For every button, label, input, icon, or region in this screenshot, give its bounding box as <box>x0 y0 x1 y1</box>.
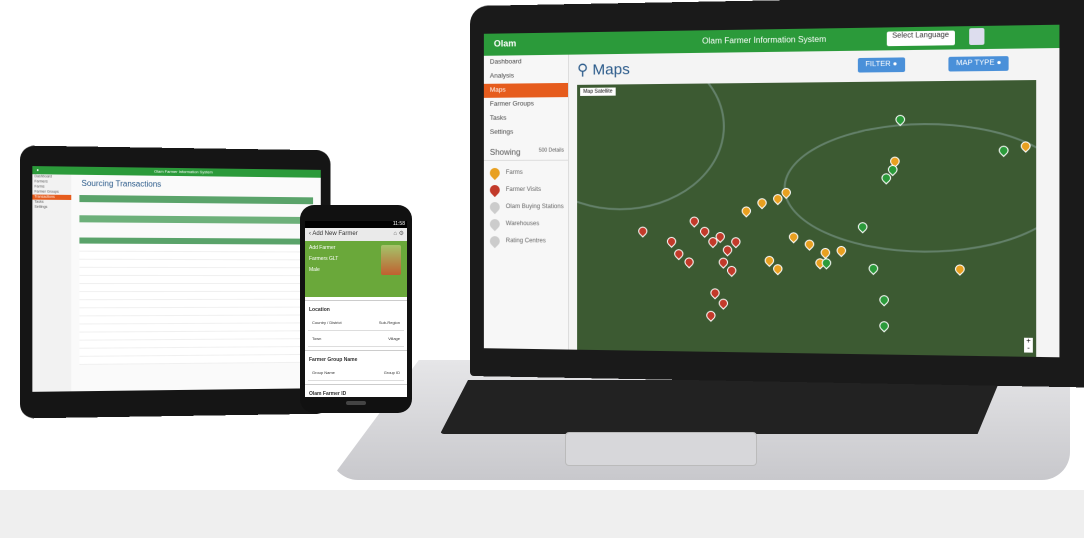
map-marker-icon[interactable] <box>716 296 730 310</box>
map-marker-icon[interactable] <box>802 237 817 251</box>
map-marker-icon[interactable] <box>771 262 785 276</box>
phone-device: 11:58 ‹ Add New Farmer ⌂ ⚙ Add Farmer Fa… <box>300 205 412 413</box>
sidebar-item-dashboard[interactable]: Dashboard <box>484 55 568 70</box>
legend-label: Rating Centres <box>505 238 546 245</box>
user-avatar[interactable] <box>969 27 985 46</box>
map-marker-icon[interactable] <box>704 308 718 322</box>
location-field-row[interactable]: Town Village <box>308 331 404 347</box>
phone-appbar-title: Add New Farmer <box>312 231 358 237</box>
laptop-screen: Olam Olam Farmer Information System Sele… <box>483 24 1060 358</box>
zoom-out-button[interactable]: - <box>1024 345 1033 353</box>
field-value: Sub-Region <box>378 320 400 325</box>
tablet-summary-bar[interactable] <box>79 215 314 224</box>
showing-label: Showing <box>489 147 521 157</box>
map-marker-icon[interactable] <box>877 293 891 307</box>
tablet-sidebar-item[interactable]: Settings <box>32 205 71 210</box>
sidebar-item-maps[interactable]: Maps <box>483 82 569 98</box>
map-marker-icon[interactable] <box>952 262 967 276</box>
field-label: Town <box>312 336 322 341</box>
legend-label: Olam Buying Stations <box>505 204 564 211</box>
tablet-header: ● Olam Farmer Information System <box>32 166 321 178</box>
tablet-header-title: Olam Farmer Information System <box>154 168 213 175</box>
bottom-band <box>0 490 1084 538</box>
map-marker-icon[interactable] <box>682 255 696 269</box>
field-value: Group ID <box>383 370 400 375</box>
map-marker-icon[interactable] <box>725 264 739 278</box>
tablet-device: ● Olam Farmer Information System Dashboa… <box>19 145 331 419</box>
map-marker-icon[interactable] <box>834 244 849 258</box>
laptop-keyboard <box>440 380 1000 434</box>
tablet-sidebar: Dashboard Farmers Farms Farmer Groups Transa… <box>32 174 72 392</box>
phone-screen: 11:58 ‹ Add New Farmer ⌂ ⚙ Add Farmer Fa… <box>305 221 407 397</box>
map-marker-icon[interactable] <box>687 214 701 228</box>
map-river <box>577 80 725 211</box>
main-content: ⚲ Maps FILTER ● MAP TYPE ● Map Satellite… <box>569 48 1059 357</box>
field-label: Country / District <box>312 320 342 325</box>
map-river <box>783 122 1037 254</box>
map-marker-icon[interactable] <box>708 286 722 300</box>
location-field-row[interactable]: Country / District Sub-Region <box>308 315 404 331</box>
section-location: Location <box>305 300 407 315</box>
sidebar-item-analysis[interactable]: Analysis <box>484 69 568 84</box>
sidebar: Dashboard Analysis Maps Farmer Groups Ta… <box>483 54 570 350</box>
section-farmer-group: Farmer Group Name <box>305 350 407 365</box>
sidebar-item-tasks[interactable]: Tasks <box>484 111 568 126</box>
map-satellite-toggle[interactable]: Map Satellite <box>580 87 616 96</box>
sidebar-item-farmer-groups[interactable]: Farmer Groups <box>484 97 568 112</box>
map-zoom-control[interactable]: + - <box>1024 337 1033 353</box>
legend-rating-centres[interactable]: Rating Centres <box>484 229 568 249</box>
legend-label: Farms <box>505 169 523 176</box>
map-pin-icon <box>487 234 502 249</box>
laptop-lid: Olam Olam Farmer Information System Sele… <box>470 0 1084 388</box>
page-title: ⚲ Maps <box>577 60 630 79</box>
legend-warehouses[interactable]: Warehouses <box>484 212 568 232</box>
showing-header: Showing 500 Details <box>483 147 569 161</box>
showing-count: 500 Details <box>538 147 564 154</box>
zoom-in-button[interactable]: + <box>1024 338 1033 346</box>
legend-buying-stations[interactable]: Olam Buying Stations <box>484 195 568 215</box>
section-farmer-id: Olam Farmer ID <box>305 384 407 397</box>
tablet-logo: ● <box>36 167 39 173</box>
back-icon[interactable]: ‹ <box>309 231 311 237</box>
filter-button[interactable]: FILTER ● <box>857 57 905 73</box>
group-field-row[interactable]: Group Name Group ID <box>308 365 404 381</box>
map-marker-icon[interactable] <box>739 204 753 218</box>
phone-appbar: ‹ Add New Farmer ⌂ ⚙ <box>305 228 407 241</box>
satellite-map[interactable]: Map Satellite + - <box>577 80 1037 357</box>
brand-logo[interactable]: Olam <box>494 38 516 48</box>
farmer-photo[interactable] <box>381 245 401 275</box>
map-marker-icon[interactable] <box>866 261 881 276</box>
tablet-filter-bar[interactable] <box>79 195 314 205</box>
map-marker-icon[interactable] <box>755 196 769 210</box>
laptop-touchpad <box>565 432 757 466</box>
map-marker-icon[interactable] <box>698 224 712 238</box>
home-icon[interactable]: ⌂ ⚙ <box>393 228 404 241</box>
map-marker-icon[interactable] <box>877 319 891 333</box>
tablet-page-title: Sourcing Transactions <box>81 178 162 189</box>
phone-home-button[interactable] <box>346 401 366 405</box>
map-type-button[interactable]: MAP TYPE ● <box>948 56 1009 72</box>
map-marker-icon[interactable] <box>672 247 686 261</box>
tablet-data-table <box>79 237 314 365</box>
legend-label: Warehouses <box>505 221 540 228</box>
farmer-profile-card: Add Farmer Farmers GLT Male <box>305 241 407 297</box>
app-title: Olam Farmer Information System <box>702 34 827 46</box>
sidebar-item-settings[interactable]: Settings <box>484 125 568 140</box>
map-marker-icon[interactable] <box>786 230 801 244</box>
field-label: Group Name <box>312 370 335 375</box>
status-bar: 11:58 <box>305 221 407 228</box>
map-marker-icon[interactable] <box>665 235 679 248</box>
map-marker-icon[interactable] <box>636 224 650 238</box>
legend-label: Farmer Visits <box>505 186 542 194</box>
field-value: Village <box>388 336 400 341</box>
language-select[interactable]: Select Language <box>886 30 955 47</box>
tablet-screen: ● Olam Farmer Information System Dashboa… <box>32 166 321 392</box>
legend-farmer-visits[interactable]: Farmer Visits <box>484 178 568 198</box>
legend-farms[interactable]: Farms <box>484 161 568 181</box>
